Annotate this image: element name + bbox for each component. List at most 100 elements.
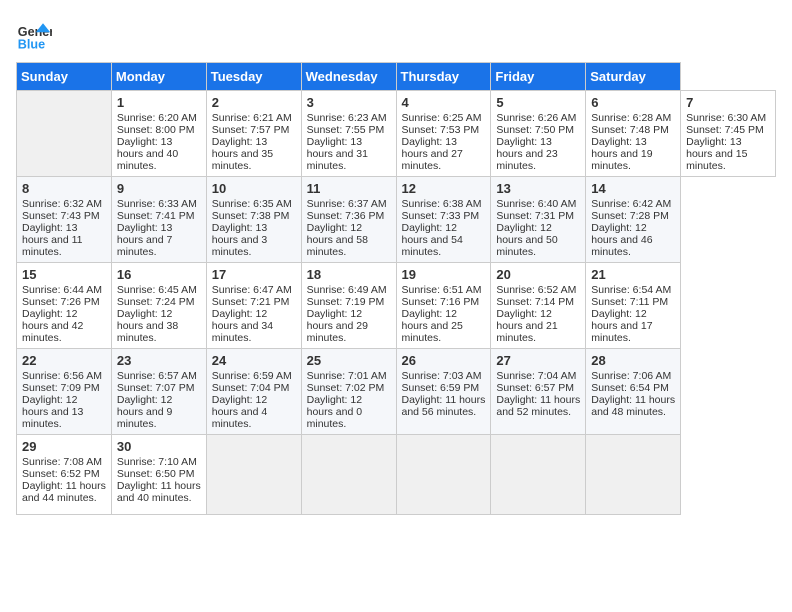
sunrise: Sunrise: 6:56 AM xyxy=(22,370,102,382)
day-number: 18 xyxy=(307,267,391,282)
col-header-sunday: Sunday xyxy=(17,63,112,91)
sunrise: Sunrise: 6:57 AM xyxy=(117,370,197,382)
calendar-cell: 9Sunrise: 6:33 AMSunset: 7:41 PMDaylight… xyxy=(111,177,206,263)
col-header-tuesday: Tuesday xyxy=(206,63,301,91)
sunrise: Sunrise: 6:20 AM xyxy=(117,112,197,124)
daylight: Daylight: 12 hours and 17 minutes. xyxy=(591,308,652,344)
daylight: Daylight: 13 hours and 7 minutes. xyxy=(117,222,172,258)
daylight: Daylight: 11 hours and 40 minutes. xyxy=(117,480,201,504)
sunset: Sunset: 7:28 PM xyxy=(591,210,669,222)
sunset: Sunset: 6:54 PM xyxy=(591,382,669,394)
day-number: 4 xyxy=(402,95,486,110)
day-number: 16 xyxy=(117,267,201,282)
sunset: Sunset: 7:33 PM xyxy=(402,210,480,222)
sunset: Sunset: 7:11 PM xyxy=(591,296,668,308)
calendar-cell: 16Sunrise: 6:45 AMSunset: 7:24 PMDayligh… xyxy=(111,263,206,349)
sunrise: Sunrise: 6:33 AM xyxy=(117,198,197,210)
calendar-cell xyxy=(301,435,396,515)
calendar-cell: 27Sunrise: 7:04 AMSunset: 6:57 PMDayligh… xyxy=(491,349,586,435)
sunrise: Sunrise: 6:40 AM xyxy=(496,198,576,210)
calendar-cell: 19Sunrise: 6:51 AMSunset: 7:16 PMDayligh… xyxy=(396,263,491,349)
sunrise: Sunrise: 6:26 AM xyxy=(496,112,576,124)
col-header-monday: Monday xyxy=(111,63,206,91)
sunset: Sunset: 7:19 PM xyxy=(307,296,385,308)
day-number: 1 xyxy=(117,95,201,110)
day-number: 14 xyxy=(591,181,675,196)
sunset: Sunset: 7:43 PM xyxy=(22,210,100,222)
day-number: 23 xyxy=(117,353,201,368)
calendar-cell: 18Sunrise: 6:49 AMSunset: 7:19 PMDayligh… xyxy=(301,263,396,349)
sunrise: Sunrise: 6:47 AM xyxy=(212,284,292,296)
daylight: Daylight: 12 hours and 50 minutes. xyxy=(496,222,557,258)
daylight: Daylight: 11 hours and 48 minutes. xyxy=(591,394,675,418)
calendar-cell: 23Sunrise: 6:57 AMSunset: 7:07 PMDayligh… xyxy=(111,349,206,435)
day-number: 27 xyxy=(496,353,580,368)
daylight: Daylight: 11 hours and 56 minutes. xyxy=(402,394,486,418)
sunset: Sunset: 7:26 PM xyxy=(22,296,100,308)
svg-text:Blue: Blue xyxy=(18,37,45,51)
sunset: Sunset: 7:04 PM xyxy=(212,382,290,394)
col-header-friday: Friday xyxy=(491,63,586,91)
daylight: Daylight: 13 hours and 3 minutes. xyxy=(212,222,267,258)
sunset: Sunset: 6:50 PM xyxy=(117,468,195,480)
calendar-cell: 13Sunrise: 6:40 AMSunset: 7:31 PMDayligh… xyxy=(491,177,586,263)
sunset: Sunset: 7:48 PM xyxy=(591,124,669,136)
day-number: 26 xyxy=(402,353,486,368)
sunrise: Sunrise: 6:49 AM xyxy=(307,284,387,296)
day-number: 25 xyxy=(307,353,391,368)
sunset: Sunset: 8:00 PM xyxy=(117,124,195,136)
calendar-week-0: 1 Sunrise: 6:20 AMSunset: 8:00 PM Daylight… xyxy=(17,91,776,177)
calendar-cell: 20Sunrise: 6:52 AMSunset: 7:14 PMDayligh… xyxy=(491,263,586,349)
calendar-cell: 25Sunrise: 7:01 AMSunset: 7:02 PMDayligh… xyxy=(301,349,396,435)
sunrise: Sunrise: 6:51 AM xyxy=(402,284,482,296)
sunset: Sunset: 7:38 PM xyxy=(212,210,290,222)
day-number: 7 xyxy=(686,95,770,110)
sunrise: Sunrise: 6:54 AM xyxy=(591,284,671,296)
sunrise: Sunrise: 6:45 AM xyxy=(117,284,197,296)
day-number: 13 xyxy=(496,181,580,196)
day-number: 11 xyxy=(307,181,391,196)
sunset: Sunset: 7:41 PM xyxy=(117,210,195,222)
day-number: 15 xyxy=(22,267,106,282)
calendar-cell xyxy=(396,435,491,515)
sunset: Sunset: 7:36 PM xyxy=(307,210,385,222)
sunset: Sunset: 7:14 PM xyxy=(496,296,574,308)
daylight: Daylight: 11 hours and 44 minutes. xyxy=(22,480,106,504)
sunrise: Sunrise: 6:28 AM xyxy=(591,112,671,124)
daylight: Daylight: 12 hours and 4 minutes. xyxy=(212,394,267,430)
calendar-cell: 24Sunrise: 6:59 AMSunset: 7:04 PMDayligh… xyxy=(206,349,301,435)
sunrise: Sunrise: 6:44 AM xyxy=(22,284,102,296)
calendar-cell: 8Sunrise: 6:32 AMSunset: 7:43 PMDaylight… xyxy=(17,177,112,263)
sunset: Sunset: 7:09 PM xyxy=(22,382,100,394)
calendar-cell: 14Sunrise: 6:42 AMSunset: 7:28 PMDayligh… xyxy=(586,177,681,263)
sunrise: Sunrise: 7:10 AM xyxy=(117,456,197,468)
calendar-cell: 30Sunrise: 7:10 AMSunset: 6:50 PMDayligh… xyxy=(111,435,206,515)
day-number: 28 xyxy=(591,353,675,368)
daylight: Daylight: 12 hours and 58 minutes. xyxy=(307,222,368,258)
daylight: Daylight: 12 hours and 25 minutes. xyxy=(402,308,463,344)
daylight: Daylight: 12 hours and 9 minutes. xyxy=(117,394,172,430)
daylight: Daylight: 12 hours and 46 minutes. xyxy=(591,222,652,258)
sunrise: Sunrise: 6:25 AM xyxy=(402,112,482,124)
sunset: Sunset: 6:52 PM xyxy=(22,468,100,480)
sunrise: Sunrise: 6:59 AM xyxy=(212,370,292,382)
day-number: 17 xyxy=(212,267,296,282)
sunrise: Sunrise: 6:35 AM xyxy=(212,198,292,210)
daylight: Daylight: 13 hours and 23 minutes. xyxy=(496,136,557,172)
calendar-cell: 7Sunrise: 6:30 AMSunset: 7:45 PMDaylight… xyxy=(681,91,776,177)
page-header: General Blue xyxy=(16,16,776,52)
sunset: Sunset: 6:59 PM xyxy=(402,382,480,394)
daylight: Daylight: 12 hours and 54 minutes. xyxy=(402,222,463,258)
sunrise: Sunrise: 6:23 AM xyxy=(307,112,387,124)
day-number: 20 xyxy=(496,267,580,282)
col-header-saturday: Saturday xyxy=(586,63,681,91)
day-number: 21 xyxy=(591,267,675,282)
calendar-header-row: SundayMondayTuesdayWednesdayThursdayFrid… xyxy=(17,63,776,91)
sunrise: Sunrise: 7:08 AM xyxy=(22,456,102,468)
calendar-cell: 28 Sunrise: 7:06 AMSunset: 6:54 PMDayligh… xyxy=(586,349,681,435)
sunset: Sunset: 7:16 PM xyxy=(402,296,480,308)
col-header-wednesday: Wednesday xyxy=(301,63,396,91)
day-number: 12 xyxy=(402,181,486,196)
daylight: Daylight: 13 hours and 31 minutes. xyxy=(307,136,368,172)
sunrise: Sunrise: 7:06 AM xyxy=(591,370,671,382)
